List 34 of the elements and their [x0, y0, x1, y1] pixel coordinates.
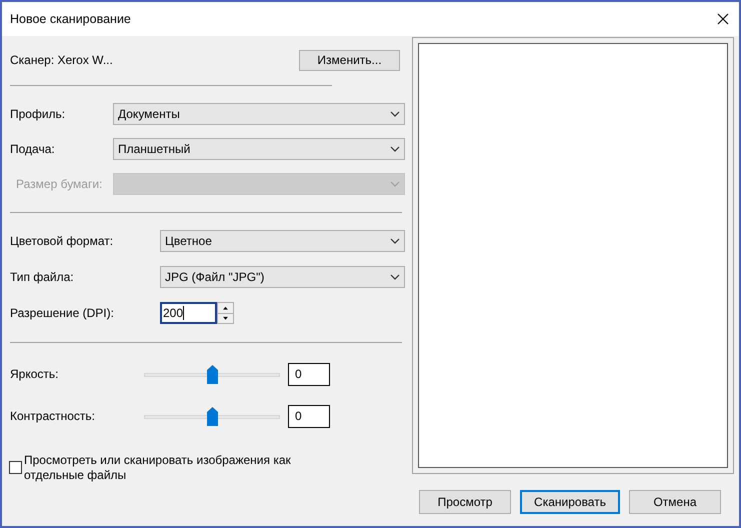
scanner-label: Сканер: Xerox W... [10, 52, 113, 69]
field-label: Подача: [10, 140, 56, 158]
window-title: Новое сканирование [10, 10, 131, 28]
chevron-down-icon [390, 146, 400, 152]
chevron-down-icon [390, 274, 400, 280]
dropdown[interactable]: JPG (Файл "JPG") [160, 266, 405, 288]
field-label: Яркость: [10, 366, 60, 383]
checkbox-label: Просмотреть или сканировать изображения как отдельные файлы [24, 453, 292, 483]
chevron-down-icon [390, 110, 400, 116]
dropdown[interactable]: Цветное [160, 230, 405, 252]
value-field[interactable]: 0 [288, 404, 330, 428]
chevron-down-icon [390, 180, 400, 186]
dialog-button[interactable]: Просмотр [419, 490, 511, 514]
slider-track[interactable] [144, 364, 280, 384]
field-label: Размер бумаги: [15, 176, 104, 192]
dialog-button[interactable]: Сканировать [520, 490, 620, 514]
value-field[interactable]: 0 [288, 362, 330, 386]
slider-thumb[interactable] [207, 406, 218, 426]
close-icon[interactable] [717, 13, 729, 25]
chevron-down-icon [390, 238, 400, 244]
checkbox[interactable] [9, 461, 22, 474]
field-label: Разрешение (DPI): [10, 305, 115, 322]
dropdown[interactable]: Документы [113, 102, 405, 124]
dialog-button[interactable]: Отмена [629, 490, 721, 514]
change-button[interactable]: Изменить... [299, 50, 400, 70]
slider-thumb[interactable] [207, 364, 218, 384]
field-label: Цветовой формат: [10, 233, 114, 250]
slider-track[interactable] [144, 406, 280, 426]
field-label: Тип файла: [10, 269, 75, 286]
spin-buttons[interactable] [217, 302, 234, 324]
dropdown[interactable]: Планшетный [113, 138, 405, 160]
field-label: Профиль: [10, 106, 66, 122]
dpi-field[interactable]: 200 [160, 302, 217, 324]
field-label: Контрастность: [10, 408, 96, 425]
